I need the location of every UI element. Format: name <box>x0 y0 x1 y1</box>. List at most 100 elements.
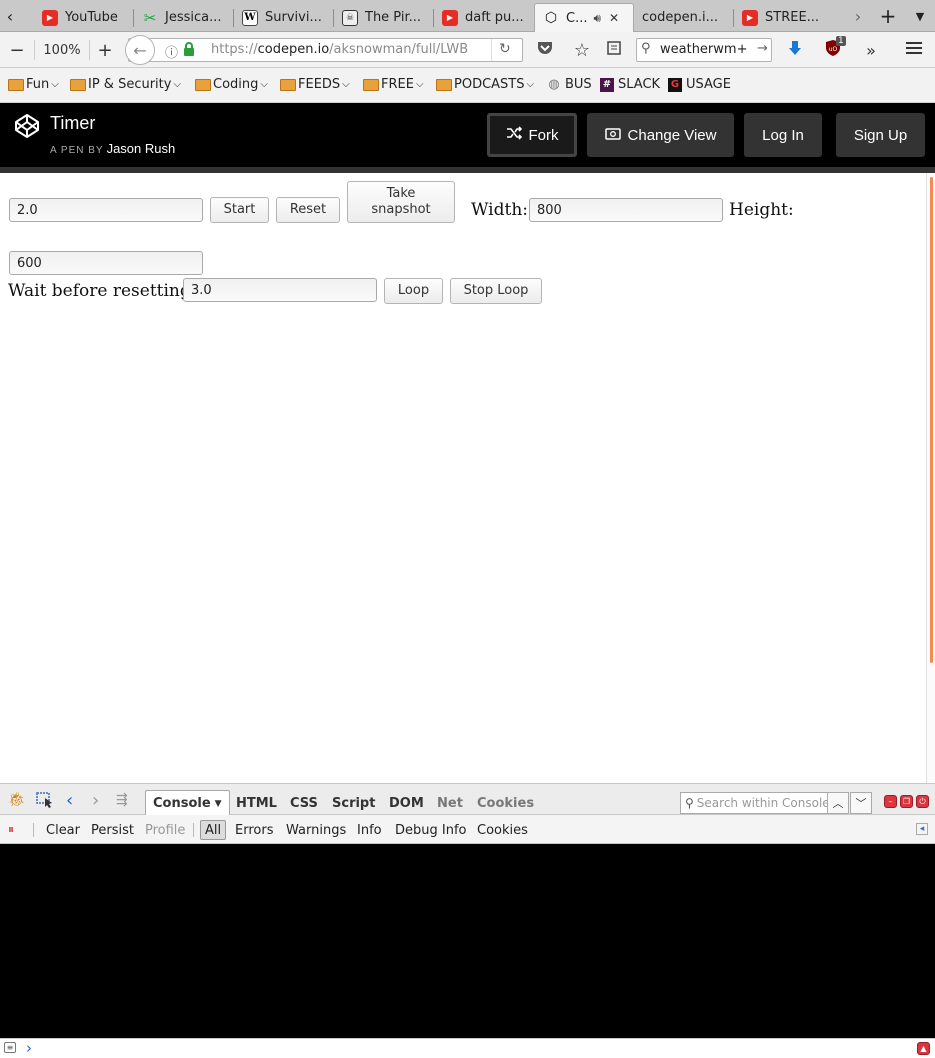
new-tab-button[interactable]: + <box>876 0 900 32</box>
inspect-icon[interactable] <box>36 792 54 812</box>
side-panel-toggle-icon[interactable]: ◂ <box>916 823 928 835</box>
bookmark-folder-free[interactable]: FREE ⌵ <box>363 77 424 92</box>
bookmark-star-button[interactable]: ☆ <box>570 32 594 68</box>
tab-codepen-active[interactable]: ⬡ C... 🔊︎ ✕ <box>534 3 634 32</box>
list-indent-icon[interactable]: ⇶ <box>116 792 128 808</box>
reload-icon[interactable]: ↻ <box>499 41 511 57</box>
tab-jessica[interactable]: ✂ Jessica... <box>134 3 234 32</box>
page-scrollbar[interactable] <box>926 173 935 783</box>
reader-view-button[interactable] <box>602 32 626 68</box>
console-persist-button[interactable]: Persist <box>87 820 138 840</box>
codepen-icon: ⬡ <box>544 10 558 26</box>
tab-codepen[interactable]: codepen.i... <box>634 3 734 32</box>
console-profile-button[interactable]: Profile <box>141 820 189 840</box>
tab-scroll-right-button[interactable]: › <box>848 0 868 32</box>
console-clear-button[interactable]: Clear <box>42 820 84 840</box>
console-filter-cookies[interactable]: Cookies <box>473 820 532 840</box>
search-bar[interactable]: ⚲ weatherwm+ → <box>636 38 772 62</box>
command-editor-icon[interactable]: ≡ <box>4 1042 16 1053</box>
url-text: https://codepen.io/aksnowman/full/LWB <box>211 42 469 57</box>
bookmark-folder-coding[interactable]: Coding ⌵ <box>195 77 268 92</box>
console-filter-debug-info[interactable]: Debug Info <box>391 820 471 840</box>
arrow-right-icon[interactable]: → <box>757 41 768 56</box>
wait-input[interactable]: 3.0 <box>183 278 377 302</box>
firebug-tab-html[interactable]: HTML <box>236 790 277 816</box>
console-output <box>0 844 935 1038</box>
bookmark-folder-fun[interactable]: Fun ⌵ <box>8 77 59 92</box>
zoom-in-button[interactable]: + <box>94 32 116 68</box>
ublock-button[interactable]: uO 1 <box>820 32 846 68</box>
width-input[interactable]: 800 <box>529 198 723 222</box>
change-view-button[interactable]: Change View <box>587 113 734 157</box>
firebug-tab-dom[interactable]: DOM <box>389 790 424 816</box>
bookmark-usage[interactable]: G USAGE <box>668 77 731 92</box>
bookmark-folder-ip-security[interactable]: IP & Security ⌵ <box>70 77 181 92</box>
svg-text:uO: uO <box>829 46 838 53</box>
chevron-down-icon: ⌵ <box>526 79 535 90</box>
signup-button[interactable]: Sign Up <box>836 113 925 157</box>
close-icon[interactable]: ⏻ <box>916 795 929 808</box>
overflow-menu-button[interactable]: » <box>860 32 882 68</box>
firebug-tab-console[interactable]: Console ▼ <box>145 790 230 816</box>
chevron-right-icon: › <box>854 6 862 26</box>
scrollbar-thumb[interactable] <box>930 177 933 663</box>
bookmark-bus[interactable]: ◍ BUS <box>547 77 591 92</box>
chevron-left-icon[interactable]: ‹ <box>66 790 73 811</box>
firebug-tab-script[interactable]: Script <box>332 790 375 816</box>
info-icon[interactable]: ⓘ <box>165 42 178 61</box>
firebug-tab-net[interactable]: Net <box>437 790 463 816</box>
take-snapshot-button[interactable]: Take snapshot <box>347 181 455 223</box>
start-button[interactable]: Start <box>210 197 269 223</box>
stop-loop-button[interactable]: Stop Loop <box>450 278 542 304</box>
search-prev-button[interactable]: ︿ <box>827 792 849 814</box>
tab-label: daft pu... <box>465 10 524 25</box>
detach-icon[interactable]: ❐ <box>900 795 913 808</box>
double-chevron-right-icon: » <box>866 40 876 60</box>
tab-pirate[interactable]: ☠ The Pir... <box>334 3 434 32</box>
tab-scroll-left-button[interactable]: ‹ <box>0 0 20 32</box>
tab-street[interactable]: ▶ STREE... <box>734 3 834 32</box>
firebug-icon[interactable]: 🐞︎ <box>8 792 26 808</box>
firebug-search-input[interactable]: ⚲ Search within Console <box>680 792 828 814</box>
tab-list-button[interactable]: ▼ <box>908 0 932 32</box>
chevron-right-icon[interactable]: › <box>92 790 99 811</box>
downloads-button[interactable] <box>784 32 806 68</box>
fork-button[interactable]: Fork <box>487 113 577 157</box>
minimize-icon[interactable]: – <box>884 795 897 808</box>
bookmark-slack[interactable]: # SLACK <box>600 77 660 92</box>
url-bar[interactable]: ← ⓘ https://codepen.io/aksnowman/full/LW… <box>125 35 523 65</box>
firebug-tab-cookies[interactable]: Cookies <box>477 790 534 816</box>
tab-daft-punk[interactable]: ▶ daft pu... <box>434 3 534 32</box>
speaker-icon[interactable]: 🔊︎ <box>593 11 601 26</box>
loop-button[interactable]: Loop <box>384 278 443 304</box>
pocket-button[interactable] <box>534 32 556 68</box>
close-icon[interactable]: ✕ <box>609 11 619 25</box>
duration-input[interactable]: 2.0 <box>9 198 203 222</box>
breakpoint-icon[interactable]: ⏸ <box>8 822 14 837</box>
login-button[interactable]: Log In <box>744 113 822 157</box>
plus-icon: + <box>879 4 897 28</box>
tab-surviving[interactable]: W Survivi... <box>234 3 334 32</box>
tab-youtube[interactable]: ▶ YouTube <box>34 3 134 32</box>
author-link[interactable]: Jason Rush <box>107 141 176 156</box>
bookmark-folder-podcasts[interactable]: PODCASTS ⌵ <box>436 77 534 92</box>
console-filter-errors[interactable]: Errors <box>231 820 277 840</box>
height-input[interactable]: 600 <box>9 251 203 275</box>
console-filter-info[interactable]: Info <box>353 820 386 840</box>
console-filter-warnings[interactable]: Warnings <box>282 820 350 840</box>
error-indicator-icon[interactable]: ▲ <box>917 1042 930 1055</box>
back-button[interactable]: ← <box>125 35 155 65</box>
folder-icon <box>436 78 452 91</box>
search-input[interactable]: weatherwm+ <box>660 42 747 57</box>
navigation-toolbar: − 100% + ← ⓘ https://codepen.io/aksnowma… <box>0 32 935 68</box>
console-filter-all[interactable]: All <box>200 820 227 840</box>
hamburger-menu-button[interactable] <box>902 32 926 68</box>
zoom-level[interactable]: 100% <box>34 40 90 60</box>
firebug-tab-css[interactable]: CSS <box>290 790 318 816</box>
search-next-button[interactable]: ﹀ <box>850 792 872 814</box>
bookmark-folder-feeds[interactable]: FEEDS ⌵ <box>280 77 350 92</box>
reset-button[interactable]: Reset <box>276 197 340 223</box>
zoom-out-button[interactable]: − <box>6 32 28 68</box>
command-line[interactable]: ≡ › ▲ <box>0 1038 935 1058</box>
codepen-logo-icon[interactable] <box>14 113 40 139</box>
